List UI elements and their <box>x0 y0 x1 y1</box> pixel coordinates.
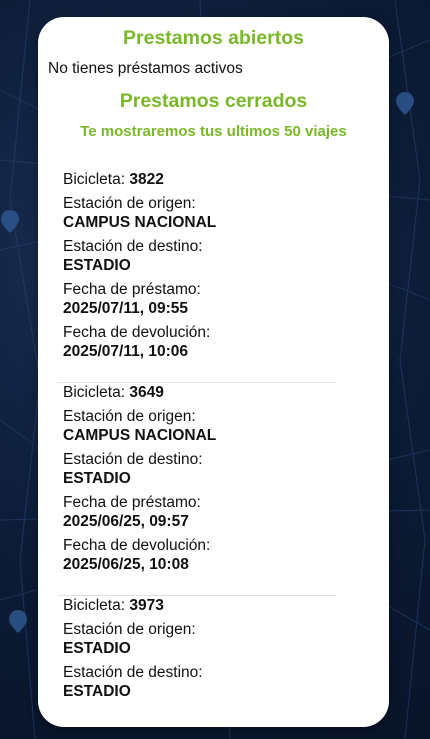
origin-label: Estación de origen: <box>63 195 196 212</box>
destination-label: Estación de destino: <box>63 238 203 255</box>
bike-value: 3649 <box>129 384 164 401</box>
origin-value: CAMPUS NACIONAL <box>63 214 217 231</box>
trip-item: Bicicleta: 3822 Estación de origen: CAMP… <box>63 170 343 382</box>
origin-value: CAMPUS NACIONAL <box>63 427 217 444</box>
origin-value: ESTADIO <box>63 640 131 657</box>
destination-label: Estación de destino: <box>63 451 203 468</box>
closed-loans-subtitle: Te mostraremos tus ultimos 50 viajes <box>80 123 347 140</box>
trip-item: Bicicleta: 3973 Estación de origen: ESTA… <box>63 596 343 722</box>
return-date-value: 2025/07/11, 10:06 <box>63 343 188 360</box>
bike-value: 3822 <box>129 171 164 188</box>
bike-label: Bicicleta: <box>63 597 126 614</box>
trip-origin-row: Estación de origen: CAMPUS NACIONAL <box>63 407 343 445</box>
trip-destination-row: Estación de destino: ESTADIO <box>63 663 343 701</box>
bike-label: Bicicleta: <box>63 384 126 401</box>
trip-item: Bicicleta: 3649 Estación de origen: CAMP… <box>63 383 343 595</box>
origin-label: Estación de origen: <box>63 621 196 638</box>
trip-bike-row: Bicicleta: 3649 <box>63 383 343 402</box>
bike-value: 3973 <box>129 597 164 614</box>
trip-destination-row: Estación de destino: ESTADIO <box>63 237 343 275</box>
destination-value: ESTADIO <box>63 683 131 700</box>
destination-label: Estación de destino: <box>63 664 203 681</box>
bike-label: Bicicleta: <box>63 171 126 188</box>
loan-date-value: 2025/07/11, 09:55 <box>63 300 188 317</box>
trip-bike-row: Bicicleta: 3973 <box>63 596 343 615</box>
return-date-value: 2025/06/25, 10:08 <box>63 556 189 573</box>
trip-bike-row: Bicicleta: 3822 <box>63 170 343 189</box>
open-loans-title: Prestamos abiertos <box>123 27 304 49</box>
trip-origin-row: Estación de origen: ESTADIO <box>63 620 343 658</box>
trip-loan-date-row: Fecha de préstamo: 2025/07/11, 09:55 <box>63 280 343 318</box>
loan-date-value: 2025/06/25, 09:57 <box>63 513 189 530</box>
trip-return-date-row: Fecha de devolución: 2025/06/25, 10:08 <box>63 536 343 574</box>
trip-destination-row: Estación de destino: ESTADIO <box>63 450 343 488</box>
trip-return-date-row: Fecha de devolución: 2025/07/11, 10:06 <box>63 323 343 361</box>
loan-date-label: Fecha de préstamo: <box>63 281 201 298</box>
origin-label: Estación de origen: <box>63 408 196 425</box>
trips-list: Bicicleta: 3822 Estación de origen: CAMP… <box>58 170 343 722</box>
no-active-loans-message: No tienes préstamos activos <box>48 60 243 77</box>
trip-origin-row: Estación de origen: CAMPUS NACIONAL <box>63 194 343 232</box>
trip-loan-date-row: Fecha de préstamo: 2025/06/25, 09:57 <box>63 493 343 531</box>
destination-value: ESTADIO <box>63 257 131 274</box>
destination-value: ESTADIO <box>63 470 131 487</box>
return-date-label: Fecha de devolución: <box>63 324 211 341</box>
return-date-label: Fecha de devolución: <box>63 537 211 554</box>
trips-card: Prestamos abiertos No tienes préstamos a… <box>38 17 389 727</box>
loan-date-label: Fecha de préstamo: <box>63 494 201 511</box>
closed-loans-title: Prestamos cerrados <box>119 90 308 112</box>
